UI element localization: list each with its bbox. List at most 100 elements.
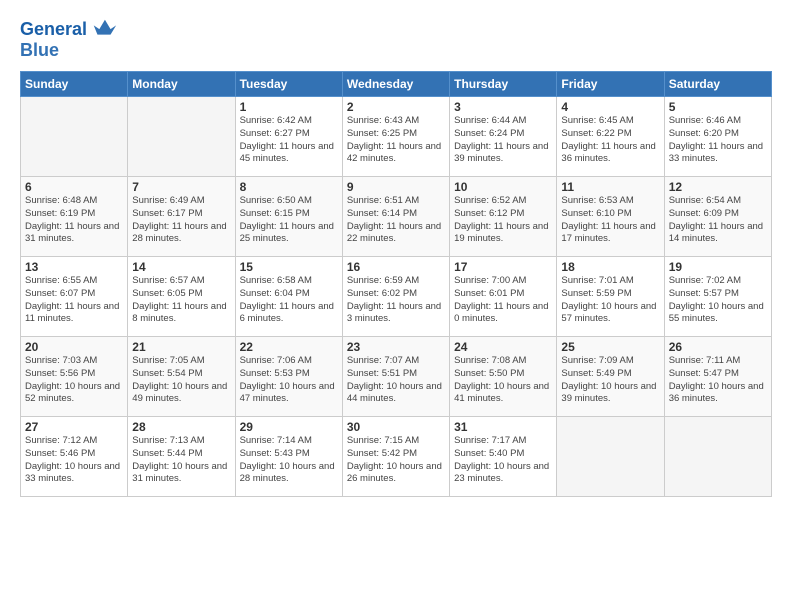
day-info: Sunrise: 7:09 AMSunset: 5:49 PMDaylight:… — [561, 355, 659, 406]
day-number: 19 — [669, 260, 767, 274]
day-number: 26 — [669, 340, 767, 354]
day-number: 8 — [240, 180, 338, 194]
week-row-0: 1Sunrise: 6:42 AMSunset: 6:27 PMDaylight… — [21, 97, 772, 177]
day-number: 28 — [132, 420, 230, 434]
day-info: Sunrise: 7:11 AMSunset: 5:47 PMDaylight:… — [669, 355, 767, 406]
calendar-cell: 25Sunrise: 7:09 AMSunset: 5:49 PMDayligh… — [557, 337, 664, 417]
calendar-cell — [21, 97, 128, 177]
day-info: Sunrise: 7:15 AMSunset: 5:42 PMDaylight:… — [347, 435, 445, 486]
day-info: Sunrise: 6:58 AMSunset: 6:04 PMDaylight:… — [240, 275, 338, 326]
day-number: 4 — [561, 100, 659, 114]
day-info: Sunrise: 6:42 AMSunset: 6:27 PMDaylight:… — [240, 115, 338, 166]
weekday-header-row: SundayMondayTuesdayWednesdayThursdayFrid… — [21, 72, 772, 97]
calendar-cell: 12Sunrise: 6:54 AMSunset: 6:09 PMDayligh… — [664, 177, 771, 257]
logo: General Blue — [20, 16, 118, 61]
calendar-cell: 28Sunrise: 7:13 AMSunset: 5:44 PMDayligh… — [128, 417, 235, 497]
calendar-cell: 26Sunrise: 7:11 AMSunset: 5:47 PMDayligh… — [664, 337, 771, 417]
calendar-cell: 13Sunrise: 6:55 AMSunset: 6:07 PMDayligh… — [21, 257, 128, 337]
day-info: Sunrise: 7:03 AMSunset: 5:56 PMDaylight:… — [25, 355, 123, 406]
calendar-cell: 8Sunrise: 6:50 AMSunset: 6:15 PMDaylight… — [235, 177, 342, 257]
weekday-header-monday: Monday — [128, 72, 235, 97]
weekday-header-wednesday: Wednesday — [342, 72, 449, 97]
logo-icon — [90, 16, 118, 44]
calendar-cell: 31Sunrise: 7:17 AMSunset: 5:40 PMDayligh… — [450, 417, 557, 497]
calendar-cell: 20Sunrise: 7:03 AMSunset: 5:56 PMDayligh… — [21, 337, 128, 417]
day-number: 3 — [454, 100, 552, 114]
day-number: 1 — [240, 100, 338, 114]
calendar-cell: 17Sunrise: 7:00 AMSunset: 6:01 PMDayligh… — [450, 257, 557, 337]
day-info: Sunrise: 6:53 AMSunset: 6:10 PMDaylight:… — [561, 195, 659, 246]
day-info: Sunrise: 6:59 AMSunset: 6:02 PMDaylight:… — [347, 275, 445, 326]
day-info: Sunrise: 6:45 AMSunset: 6:22 PMDaylight:… — [561, 115, 659, 166]
day-info: Sunrise: 6:57 AMSunset: 6:05 PMDaylight:… — [132, 275, 230, 326]
calendar-cell: 3Sunrise: 6:44 AMSunset: 6:24 PMDaylight… — [450, 97, 557, 177]
day-number: 5 — [669, 100, 767, 114]
weekday-header-tuesday: Tuesday — [235, 72, 342, 97]
calendar-cell: 10Sunrise: 6:52 AMSunset: 6:12 PMDayligh… — [450, 177, 557, 257]
day-info: Sunrise: 7:07 AMSunset: 5:51 PMDaylight:… — [347, 355, 445, 406]
day-info: Sunrise: 7:00 AMSunset: 6:01 PMDaylight:… — [454, 275, 552, 326]
calendar-cell: 4Sunrise: 6:45 AMSunset: 6:22 PMDaylight… — [557, 97, 664, 177]
day-number: 31 — [454, 420, 552, 434]
calendar-cell: 18Sunrise: 7:01 AMSunset: 5:59 PMDayligh… — [557, 257, 664, 337]
day-number: 29 — [240, 420, 338, 434]
week-row-1: 6Sunrise: 6:48 AMSunset: 6:19 PMDaylight… — [21, 177, 772, 257]
day-number: 6 — [25, 180, 123, 194]
calendar-cell: 21Sunrise: 7:05 AMSunset: 5:54 PMDayligh… — [128, 337, 235, 417]
day-info: Sunrise: 6:51 AMSunset: 6:14 PMDaylight:… — [347, 195, 445, 246]
day-number: 12 — [669, 180, 767, 194]
calendar-cell: 16Sunrise: 6:59 AMSunset: 6:02 PMDayligh… — [342, 257, 449, 337]
day-number: 9 — [347, 180, 445, 194]
weekday-header-saturday: Saturday — [664, 72, 771, 97]
calendar-cell: 5Sunrise: 6:46 AMSunset: 6:20 PMDaylight… — [664, 97, 771, 177]
weekday-header-sunday: Sunday — [21, 72, 128, 97]
day-number: 14 — [132, 260, 230, 274]
day-number: 7 — [132, 180, 230, 194]
day-number: 13 — [25, 260, 123, 274]
day-number: 25 — [561, 340, 659, 354]
calendar-cell: 6Sunrise: 6:48 AMSunset: 6:19 PMDaylight… — [21, 177, 128, 257]
day-info: Sunrise: 6:55 AMSunset: 6:07 PMDaylight:… — [25, 275, 123, 326]
day-number: 18 — [561, 260, 659, 274]
calendar-cell: 19Sunrise: 7:02 AMSunset: 5:57 PMDayligh… — [664, 257, 771, 337]
calendar-cell: 24Sunrise: 7:08 AMSunset: 5:50 PMDayligh… — [450, 337, 557, 417]
day-info: Sunrise: 6:44 AMSunset: 6:24 PMDaylight:… — [454, 115, 552, 166]
calendar-cell: 29Sunrise: 7:14 AMSunset: 5:43 PMDayligh… — [235, 417, 342, 497]
week-row-4: 27Sunrise: 7:12 AMSunset: 5:46 PMDayligh… — [21, 417, 772, 497]
day-number: 27 — [25, 420, 123, 434]
day-info: Sunrise: 7:14 AMSunset: 5:43 PMDaylight:… — [240, 435, 338, 486]
day-info: Sunrise: 6:54 AMSunset: 6:09 PMDaylight:… — [669, 195, 767, 246]
day-info: Sunrise: 6:48 AMSunset: 6:19 PMDaylight:… — [25, 195, 123, 246]
day-number: 21 — [132, 340, 230, 354]
day-info: Sunrise: 7:13 AMSunset: 5:44 PMDaylight:… — [132, 435, 230, 486]
day-number: 30 — [347, 420, 445, 434]
calendar-cell — [557, 417, 664, 497]
day-number: 16 — [347, 260, 445, 274]
week-row-2: 13Sunrise: 6:55 AMSunset: 6:07 PMDayligh… — [21, 257, 772, 337]
calendar-cell — [664, 417, 771, 497]
day-info: Sunrise: 7:05 AMSunset: 5:54 PMDaylight:… — [132, 355, 230, 406]
day-info: Sunrise: 7:12 AMSunset: 5:46 PMDaylight:… — [25, 435, 123, 486]
calendar-cell: 9Sunrise: 6:51 AMSunset: 6:14 PMDaylight… — [342, 177, 449, 257]
calendar-cell — [128, 97, 235, 177]
day-number: 17 — [454, 260, 552, 274]
week-row-3: 20Sunrise: 7:03 AMSunset: 5:56 PMDayligh… — [21, 337, 772, 417]
day-info: Sunrise: 7:02 AMSunset: 5:57 PMDaylight:… — [669, 275, 767, 326]
day-info: Sunrise: 6:52 AMSunset: 6:12 PMDaylight:… — [454, 195, 552, 246]
day-info: Sunrise: 7:08 AMSunset: 5:50 PMDaylight:… — [454, 355, 552, 406]
calendar-cell: 15Sunrise: 6:58 AMSunset: 6:04 PMDayligh… — [235, 257, 342, 337]
calendar-cell: 22Sunrise: 7:06 AMSunset: 5:53 PMDayligh… — [235, 337, 342, 417]
day-info: Sunrise: 6:49 AMSunset: 6:17 PMDaylight:… — [132, 195, 230, 246]
day-number: 20 — [25, 340, 123, 354]
page-header: General Blue — [20, 16, 772, 61]
weekday-header-friday: Friday — [557, 72, 664, 97]
day-info: Sunrise: 7:17 AMSunset: 5:40 PMDaylight:… — [454, 435, 552, 486]
calendar-cell: 1Sunrise: 6:42 AMSunset: 6:27 PMDaylight… — [235, 97, 342, 177]
day-number: 2 — [347, 100, 445, 114]
day-number: 15 — [240, 260, 338, 274]
calendar-cell: 2Sunrise: 6:43 AMSunset: 6:25 PMDaylight… — [342, 97, 449, 177]
logo-text: General — [20, 20, 87, 40]
day-info: Sunrise: 6:50 AMSunset: 6:15 PMDaylight:… — [240, 195, 338, 246]
day-info: Sunrise: 6:43 AMSunset: 6:25 PMDaylight:… — [347, 115, 445, 166]
day-number: 10 — [454, 180, 552, 194]
